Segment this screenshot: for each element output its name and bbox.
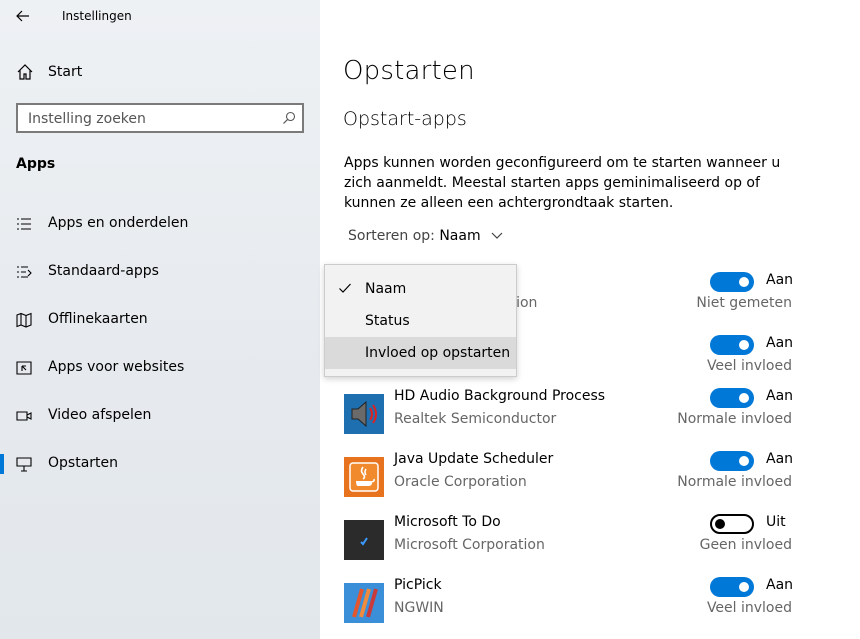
video-icon xyxy=(16,411,32,421)
toggle-state: Aan xyxy=(766,272,794,288)
app-publisher: Oracle Corporation xyxy=(394,474,527,490)
app-name: HD Audio Background Process xyxy=(394,388,606,404)
startup-impact: Normale invloed xyxy=(677,411,792,427)
startup-impact: Veel invloed xyxy=(706,358,792,374)
nav-home-label: Start xyxy=(48,64,83,80)
app-publisher: NGWIN xyxy=(394,600,444,616)
toggle-knob xyxy=(739,393,749,403)
startup-toggle[interactable] xyxy=(710,577,754,597)
section-heading: Apps xyxy=(16,156,56,172)
checkmark-icon xyxy=(339,283,351,293)
description: Apps kunnen worden geconfigureerd om te … xyxy=(344,155,781,211)
back-button[interactable] xyxy=(8,2,38,30)
sort-option-naam[interactable]: Naam xyxy=(325,273,516,305)
toggle-knob xyxy=(739,582,749,592)
toggle-state: Aan xyxy=(766,451,794,467)
section-title: Opstart-apps xyxy=(343,108,467,130)
sidebar-item-label: Apps voor websites xyxy=(48,359,185,375)
startup-app-row: Java Update Scheduler Oracle Corporation… xyxy=(320,451,860,517)
java-icon xyxy=(344,457,384,497)
toggle-knob xyxy=(739,340,749,350)
sort-option-label: Invloed op opstarten xyxy=(365,345,511,361)
startup-toggle[interactable] xyxy=(710,451,754,471)
sort-option-status[interactable]: Status xyxy=(325,305,516,337)
sort-value: Naam xyxy=(439,228,481,244)
startup-toggle[interactable] xyxy=(710,272,754,292)
todo-icon xyxy=(344,520,384,560)
sort-options-menu: Naam Status Invloed op opstarten xyxy=(324,264,517,377)
sort-option-label: Naam xyxy=(365,281,407,297)
selection-indicator xyxy=(0,454,4,474)
web-apps-icon xyxy=(16,361,32,375)
list-icon xyxy=(17,218,31,230)
home-icon xyxy=(17,64,33,80)
startup-app-row: HD Audio Background Process Realtek Semi… xyxy=(320,388,860,454)
page-title: Opstarten xyxy=(343,56,475,86)
sort-option-label: Status xyxy=(365,313,410,329)
toggle-state: Uit xyxy=(766,514,786,530)
startup-toggle[interactable] xyxy=(710,335,754,355)
search-input[interactable]: Instelling zoeken xyxy=(16,103,304,133)
startup-impact: Geen invloed xyxy=(699,537,792,553)
toggle-knob xyxy=(715,519,725,529)
title-bar: Instellingen xyxy=(0,0,320,32)
app-name: Microsoft To Do xyxy=(394,514,501,530)
startup-toggle[interactable] xyxy=(710,514,754,534)
toggle-knob xyxy=(739,277,749,287)
sidebar: Instellingen Start Instelling zoeken App… xyxy=(0,0,320,639)
search-icon[interactable] xyxy=(282,111,296,125)
sort-dropdown[interactable]: Sorteren op: Naam xyxy=(348,228,503,244)
startup-app-row: PicPick NGWIN Aan Veel invloed xyxy=(320,577,860,639)
app-publisher: Realtek Semiconductor xyxy=(394,411,557,427)
sidebar-item-apps-en-onderdelen[interactable]: Apps en onderdelen xyxy=(0,204,320,244)
toggle-state: Aan xyxy=(766,577,794,593)
startup-toggle[interactable] xyxy=(710,388,754,408)
sidebar-item-label: Apps en onderdelen xyxy=(48,215,189,231)
picpick-icon xyxy=(344,583,384,623)
chevron-down-icon xyxy=(491,232,503,239)
sidebar-item-video-afspelen[interactable]: Video afspelen xyxy=(0,396,320,436)
sidebar-item-opstarten[interactable]: Opstarten xyxy=(0,444,320,484)
startup-app-row: Microsoft To Do Microsoft Corporation Ui… xyxy=(320,514,860,580)
startup-icon xyxy=(16,457,32,472)
app-name: Java Update Scheduler xyxy=(394,451,554,467)
default-apps-icon xyxy=(17,266,32,278)
sidebar-item-label: Video afspelen xyxy=(48,407,152,423)
sidebar-item-label: Standaard-apps xyxy=(48,263,159,279)
startup-impact: Veel invloed xyxy=(706,600,792,616)
toggle-state: Aan xyxy=(766,335,794,351)
app-publisher: Microsoft Corporation xyxy=(394,537,545,553)
sidebar-item-apps-voor-websites[interactable]: Apps voor websites xyxy=(0,348,320,388)
nav-home[interactable]: Start xyxy=(0,54,320,90)
sidebar-item-standaard-apps[interactable]: Standaard-apps xyxy=(0,252,320,292)
back-arrow-icon xyxy=(16,10,29,22)
startup-impact: Niet gemeten xyxy=(696,295,792,311)
speaker-icon xyxy=(344,394,384,434)
sort-label: Sorteren op: xyxy=(348,228,435,244)
sort-option-invloed[interactable]: Invloed op opstarten xyxy=(325,337,516,369)
app-name: PicPick xyxy=(394,577,442,593)
sidebar-item-label: Offlinekaarten xyxy=(48,311,148,327)
map-icon xyxy=(16,312,32,328)
startup-impact: Normale invloed xyxy=(677,474,792,490)
toggle-knob xyxy=(739,456,749,466)
sidebar-item-offlinekaarten[interactable]: Offlinekaarten xyxy=(0,300,320,340)
sidebar-item-label: Opstarten xyxy=(48,455,118,471)
window-title: Instellingen xyxy=(62,9,132,23)
search-placeholder: Instelling zoeken xyxy=(28,111,146,127)
toggle-state: Aan xyxy=(766,388,794,404)
